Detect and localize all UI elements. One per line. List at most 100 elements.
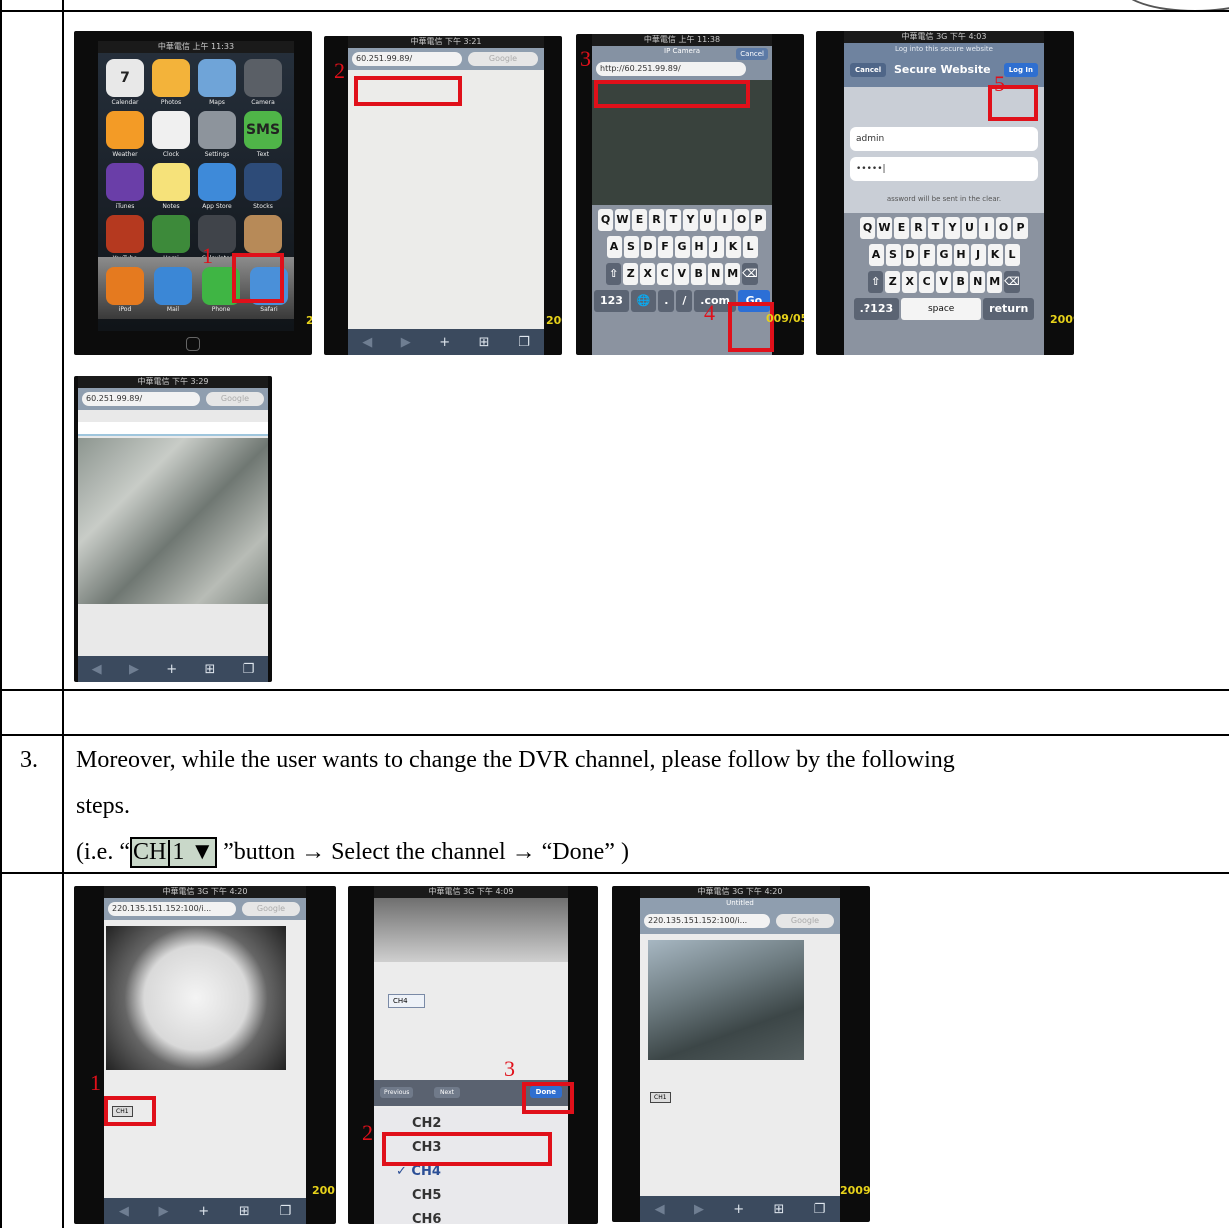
youtube-icon[interactable]: YouTube — [106, 215, 144, 262]
notes-icon[interactable]: Notes — [152, 163, 190, 210]
keyboard-key[interactable]: 🌐 — [630, 290, 657, 312]
keyboard-key[interactable]: / — [676, 290, 693, 312]
search-field[interactable]: Google — [242, 902, 300, 916]
address-field[interactable]: 220.135.151.152:100/i... — [644, 914, 770, 928]
contacts-icon[interactable]: Contacts — [244, 215, 282, 262]
next-button[interactable]: Next — [434, 1087, 460, 1098]
address-field[interactable]: 220.135.151.152:100/i... — [108, 902, 236, 916]
keyboard-key[interactable]: E — [894, 217, 909, 239]
keyboard-key[interactable]: J — [708, 236, 724, 258]
bookmarks-icon[interactable]: ⊞ — [204, 662, 215, 677]
keyboard-key[interactable]: X — [902, 271, 918, 293]
keyboard-key[interactable]: H — [691, 236, 707, 258]
keyboard-key[interactable]: Y — [683, 209, 698, 231]
keyboard-key[interactable]: P — [1013, 217, 1028, 239]
password-field[interactable]: •••••| — [850, 157, 1038, 181]
sms-icon[interactable]: SMS Text — [244, 111, 282, 158]
keyboard-key[interactable]: X — [640, 263, 656, 285]
keyboard-key[interactable]: F — [657, 236, 673, 258]
pages-icon[interactable]: ❐ — [518, 335, 530, 350]
keyboard-key[interactable]: ⌫ — [1004, 271, 1020, 293]
keyboard-key[interactable]: J — [970, 244, 986, 266]
keyboard-key[interactable]: R — [911, 217, 926, 239]
weather-icon[interactable]: Weather — [106, 111, 144, 158]
forward-icon[interactable]: ▶ — [159, 1204, 169, 1219]
bookmarks-icon[interactable]: ⊞ — [239, 1204, 250, 1219]
keyboard-key[interactable]: space — [901, 298, 982, 320]
settings-icon[interactable]: Settings — [198, 111, 236, 158]
keyboard-key[interactable]: L — [1004, 244, 1020, 266]
search-field[interactable]: Google — [776, 914, 834, 928]
keyboard-key[interactable]: S — [623, 236, 639, 258]
pages-icon[interactable]: ❐ — [243, 662, 255, 677]
bookmarks-icon[interactable]: ⊞ — [773, 1202, 784, 1217]
keyboard-key[interactable]: . — [658, 290, 675, 312]
add-bookmark-icon[interactable]: + — [166, 662, 177, 677]
address-field[interactable]: 60.251.99.89/ — [352, 52, 462, 66]
channel-option[interactable]: CH6 — [374, 1208, 568, 1224]
keyboard-key[interactable]: L — [742, 236, 758, 258]
clock-icon[interactable]: Clock — [152, 111, 190, 158]
keyboard-key[interactable]: A — [868, 244, 884, 266]
app-store-icon[interactable]: App Store — [198, 163, 236, 210]
keyboard-key[interactable]: M — [725, 263, 741, 285]
ipod-icon[interactable]: iPod — [106, 267, 144, 313]
back-icon[interactable]: ◀ — [92, 662, 102, 677]
back-icon[interactable]: ◀ — [655, 1202, 665, 1217]
keyboard-key[interactable]: D — [902, 244, 918, 266]
keyboard-key[interactable]: 123 — [594, 290, 629, 312]
keyboard-key[interactable]: I — [979, 217, 994, 239]
search-field[interactable]: Google — [206, 392, 264, 406]
keyboard-key[interactable]: H — [953, 244, 969, 266]
camera-icon[interactable]: Camera — [244, 59, 282, 106]
cancel-button[interactable]: Cancel — [850, 63, 887, 77]
login-button[interactable]: Log In — [1003, 63, 1038, 77]
keyboard-key[interactable]: B — [953, 271, 969, 293]
channel-select[interactable]: CH4 — [388, 994, 425, 1008]
add-bookmark-icon[interactable]: + — [733, 1202, 744, 1217]
keyboard-key[interactable]: C — [919, 271, 935, 293]
keyboard-key[interactable]: P — [751, 209, 766, 231]
keyboard-key[interactable]: T — [928, 217, 943, 239]
forward-icon[interactable]: ▶ — [129, 662, 139, 677]
keyboard-key[interactable]: V — [936, 271, 952, 293]
keyboard-key[interactable]: Z — [885, 271, 901, 293]
keyboard-key[interactable]: Z — [623, 263, 639, 285]
channel-picker-list[interactable]: CH2 CH3 ✓ CH4 CH5 CH6 — [374, 1108, 568, 1224]
keyboard-key[interactable]: B — [691, 263, 707, 285]
forward-icon[interactable]: ▶ — [694, 1202, 704, 1217]
channel-select[interactable]: CH1 — [650, 1092, 671, 1103]
photos-icon[interactable]: Photos — [152, 59, 190, 106]
pages-icon[interactable]: ❐ — [279, 1204, 291, 1219]
search-field[interactable]: Google — [468, 52, 538, 66]
keyboard-key[interactable]: A — [606, 236, 622, 258]
keyboard-key[interactable]: Y — [945, 217, 960, 239]
keyboard-key[interactable]: V — [674, 263, 690, 285]
add-bookmark-icon[interactable]: + — [439, 335, 450, 350]
add-bookmark-icon[interactable]: + — [198, 1204, 209, 1219]
keyboard-key[interactable]: O — [996, 217, 1011, 239]
channel-option[interactable]: CH5 — [374, 1184, 568, 1208]
hami-icon[interactable]: Hami — [152, 215, 190, 262]
keyboard-key[interactable]: O — [734, 209, 749, 231]
forward-icon[interactable]: ▶ — [401, 335, 411, 350]
back-icon[interactable]: ◀ — [362, 335, 372, 350]
keyboard-key[interactable]: W — [877, 217, 892, 239]
back-icon[interactable]: ◀ — [119, 1204, 129, 1219]
keyboard-key[interactable]: N — [970, 271, 986, 293]
keyboard-key[interactable]: E — [632, 209, 647, 231]
keyboard-key[interactable]: N — [708, 263, 724, 285]
keyboard-key[interactable]: ⌫ — [742, 263, 758, 285]
keyboard-key[interactable]: U — [962, 217, 977, 239]
mail-icon[interactable]: Mail — [154, 267, 192, 313]
bookmarks-icon[interactable]: ⊞ — [479, 335, 490, 350]
keyboard-key[interactable]: Q — [860, 217, 875, 239]
keyboard-key[interactable]: T — [666, 209, 681, 231]
keyboard-key[interactable]: W — [615, 209, 630, 231]
keyboard-key[interactable]: ⇧ — [868, 271, 884, 293]
keyboard-key[interactable]: S — [885, 244, 901, 266]
previous-button[interactable]: Previous — [380, 1087, 414, 1098]
keyboard-key[interactable]: R — [649, 209, 664, 231]
pages-icon[interactable]: ❐ — [814, 1202, 826, 1217]
maps-icon[interactable]: Maps — [198, 59, 236, 106]
